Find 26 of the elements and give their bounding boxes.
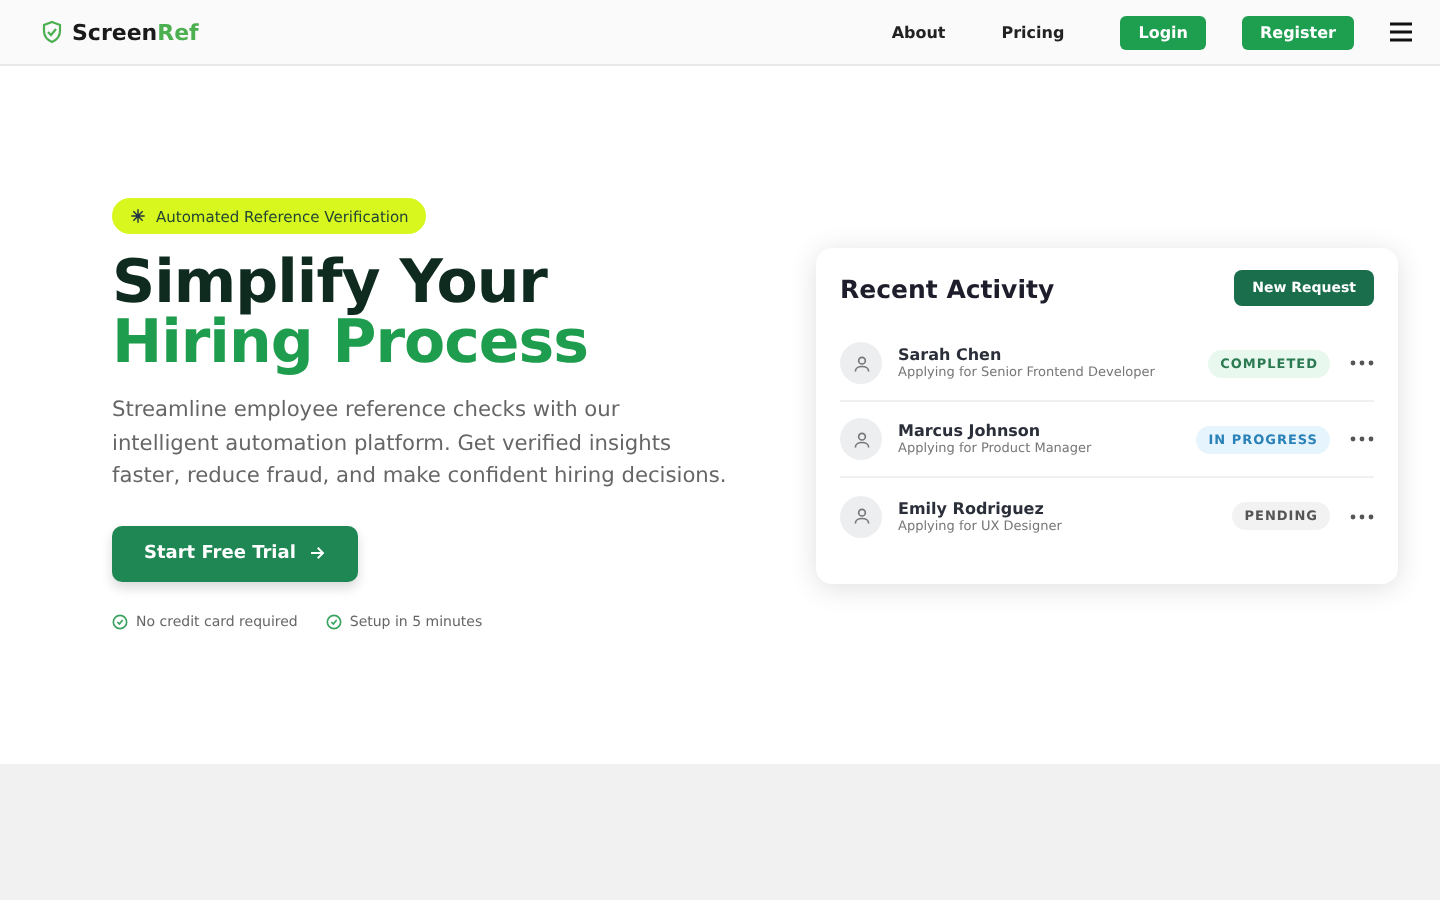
- candidate-name: Sarah Chen: [898, 346, 1004, 364]
- register-button[interactable]: Register: [1241, 15, 1354, 49]
- card-title: Recent Activity: [840, 273, 1055, 303]
- logo-text: Screen: [72, 19, 158, 45]
- login-button[interactable]: Login: [1120, 15, 1206, 49]
- description: Streamline employee reference checks with our intelligent automation platform. Get verified insights faster, reduce fraud, and make confident hiring decisions.: [112, 396, 729, 492]
- shield-check-icon: [40, 20, 64, 44]
- menu-icon[interactable]: [1390, 22, 1412, 42]
- nav-link[interactable]: About: [891, 23, 946, 41]
- user-icon: [851, 353, 871, 373]
- logo-text: Ref: [157, 19, 199, 45]
- arrow-right-icon: [307, 544, 326, 562]
- check-circle-icon: [325, 613, 342, 629]
- candidate-name: Emily Rodriguez: [898, 499, 1044, 517]
- start-trial-button[interactable]: Start Free Trial: [112, 525, 358, 581]
- more-icon[interactable]: [1350, 436, 1374, 442]
- sparkle-icon: [130, 208, 146, 224]
- user-icon: [851, 429, 871, 449]
- more-icon[interactable]: [1350, 513, 1374, 519]
- check-circle-icon: [112, 613, 128, 629]
- candidate-name: Marcus Johnson: [898, 422, 1043, 440]
- headline: Hiring Process: [112, 314, 590, 374]
- user-icon: [851, 506, 871, 526]
- nav-link[interactable]: Pricing: [1001, 23, 1065, 41]
- headline: Simplify Your: [112, 254, 550, 314]
- more-icon[interactable]: [1350, 360, 1374, 366]
